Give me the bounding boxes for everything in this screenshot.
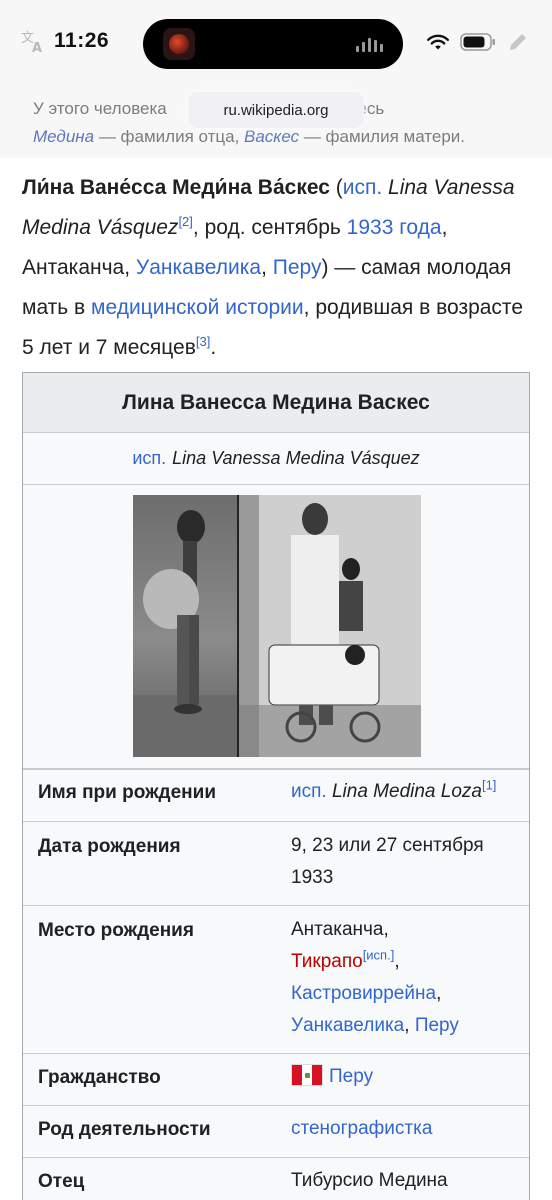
birth-name-text: Lina Medina Loza (331, 781, 482, 802)
tikrapo-redlink[interactable]: Тикрапо (291, 951, 363, 972)
intro-text: ( (329, 176, 343, 199)
now-playing-app-icon[interactable] (163, 28, 195, 60)
stenographer-link[interactable]: стенографистка (291, 1118, 432, 1139)
infobox-latin-name: Lina Vanessa Medina Vásquez (172, 448, 420, 468)
birth-place-label: Место рождения (38, 920, 194, 941)
infobox-subtitle: исп. Lina Vanessa Medina Vásquez (23, 433, 529, 485)
reference-3[interactable]: [3] (196, 334, 210, 349)
hatnote-text: У этого человека (33, 99, 172, 118)
huancavelica-infobox-link[interactable]: Уанкавелика (291, 1015, 404, 1036)
citizenship-label: Гражданство (38, 1067, 161, 1088)
status-left: 文 A 11:26 (20, 28, 109, 54)
infobox-title: Лина Ванесса Медина Васкес (23, 373, 529, 433)
birth-place-comma-3: , (404, 1015, 415, 1036)
reference-2[interactable]: [2] (178, 214, 192, 229)
pencil-icon[interactable] (506, 30, 530, 54)
birth-place-antacancha: Антаканча, (291, 919, 389, 940)
spanish-language-link[interactable]: исп. (343, 176, 382, 199)
occupation-value: стенографистка (291, 1113, 521, 1145)
birth-place-comma-2: , (436, 983, 442, 1004)
status-bar: 文 A 11:26 (0, 0, 552, 90)
castrovirreyna-link[interactable]: Кастровиррейна (291, 983, 436, 1004)
infobox: Лина Ванесса Медина Васкес исп. Lina Van… (22, 372, 530, 1200)
status-right (426, 30, 530, 54)
birth-date-label: Дата рождения (38, 836, 181, 857)
subject-name: Ли́на Ване́сса Меди́на Ва́скес (22, 176, 330, 199)
photo-right-panel (237, 495, 421, 757)
father-value: Тибурсио Медина (291, 1170, 448, 1191)
intro-text-born: , род. сентябрь (192, 216, 347, 239)
peru-link[interactable]: Перу (273, 256, 322, 279)
huancavelica-link[interactable]: Уанкавелика (136, 256, 261, 279)
svg-text:A: A (32, 41, 42, 54)
birth-date-value: 9, 23 или 27 сентября 1933 (291, 835, 484, 888)
father-label: Отец (38, 1171, 85, 1192)
reference-1[interactable]: [1] (482, 778, 496, 793)
infobox-row-citizenship: Гражданство Перу (23, 1053, 529, 1105)
url-bar[interactable]: ru.wikipedia.org (188, 92, 364, 128)
intro-text-period: . (210, 336, 217, 359)
hatnote-link-medina[interactable]: Медина (33, 127, 94, 146)
peru-flag-icon (291, 1064, 323, 1086)
birth-place-value: Антаканча, Тикрапо[исп.], Кастровиррейна… (291, 914, 521, 1042)
translate-icon[interactable]: 文 A (20, 28, 46, 54)
infobox-image-row (23, 485, 529, 769)
infobox-spanish-link[interactable]: исп. (132, 448, 166, 469)
infobox-row-birth-name: Имя при рождении исп. Lina Medina Loza[1… (23, 769, 529, 821)
hatnote-text-4: — фамилия матери. (299, 127, 466, 146)
infobox-photo[interactable] (133, 495, 421, 757)
infobox-row-father: Отец Тибурсио Медина (23, 1157, 529, 1200)
birth-name-label: Имя при рождении (38, 782, 217, 803)
year-1933-link[interactable]: 1933 года (347, 216, 442, 239)
battery-icon (460, 33, 495, 51)
infobox-row-birth-date: Дата рождения 9, 23 или 27 сентября 1933 (23, 821, 529, 905)
photo-left-panel (133, 495, 237, 757)
birth-place-comma-1: , (394, 951, 400, 972)
medical-history-link[interactable]: медицинской истории (91, 296, 304, 319)
birth-name-lang-link[interactable]: исп. (291, 781, 327, 802)
birth-name-value: исп. Lina Medina Loza[1] (291, 776, 521, 808)
tikrapo-interwiki-link[interactable]: [исп.] (363, 948, 395, 963)
audio-levels-icon (356, 38, 383, 52)
hatnote-text-3: — фамилия отца, (94, 127, 245, 146)
intro-text-comma: , (261, 256, 273, 279)
dynamic-island (143, 19, 403, 69)
url-text: ru.wikipedia.org (223, 101, 329, 119)
citizenship-peru-link[interactable]: Перу (329, 1066, 373, 1087)
article-intro: Ли́на Ване́сса Меди́на Ва́скес (исп. Lin… (22, 168, 532, 368)
infobox-row-birth-place: Место рождения Антаканча, Тикрапо[исп.],… (23, 905, 529, 1053)
infobox-row-occupation: Род деятельности стенографистка (23, 1105, 529, 1157)
occupation-label: Род деятельности (38, 1119, 211, 1140)
peru-infobox-link[interactable]: Перу (415, 1015, 459, 1036)
citizenship-value: Перу (291, 1061, 521, 1093)
wifi-icon (427, 34, 449, 50)
hatnote-link-vaskes[interactable]: Васкес (244, 127, 299, 146)
clock-time: 11:26 (54, 29, 110, 52)
